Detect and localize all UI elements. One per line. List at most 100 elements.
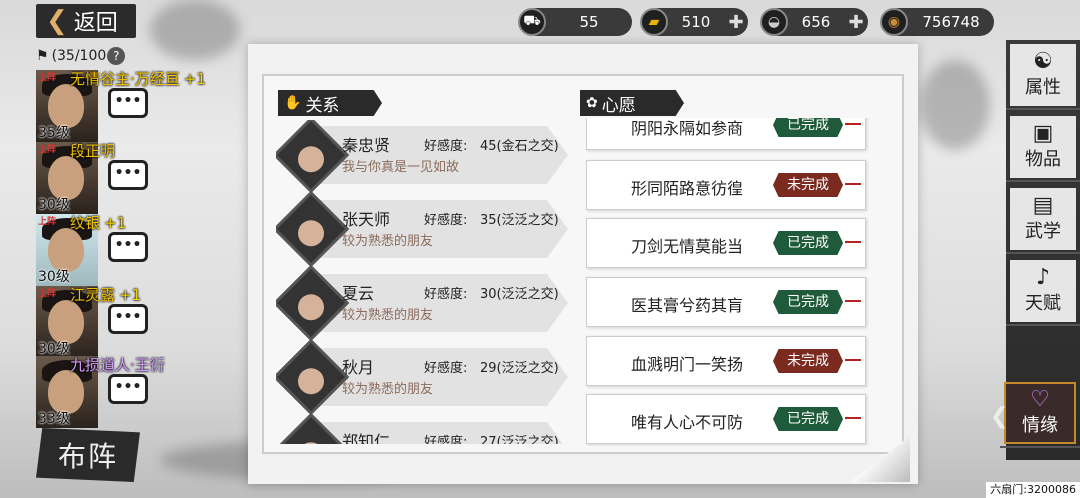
relation-name: 夏云 [342, 284, 375, 303]
lotus-icon: ✿ [586, 95, 598, 111]
wish-status-badge: 未完成 [773, 173, 843, 197]
wishes-header: ✿ 心愿 [580, 90, 684, 116]
on-duty-badge: 上阵 [38, 289, 57, 299]
relation-desc: 较为熟悉的朋友 [342, 308, 434, 323]
relations-header: ✋ 关系 [278, 90, 382, 116]
wish-text: 阴阳永隔如参商 [631, 119, 744, 138]
hero-level: 30级 [38, 341, 70, 357]
hero-slot-selected[interactable]: 上阵 纹银 +1 30级 ••• [36, 214, 156, 286]
wish-item[interactable]: 医其膏兮药其肓 已完成 [586, 277, 866, 327]
relation-name: 郑知仁 [342, 432, 391, 444]
hero-level: 35级 [38, 125, 70, 141]
ink-splash [150, 0, 240, 60]
wishes-list[interactable]: 阴阳永隔如参商 已完成 形同陌路意彷徨 未完成 刀剑无情莫能当 已完成 医其膏兮… [586, 118, 876, 446]
relation-item[interactable]: 夏云 好感度: 30(泛泛之交) 较为熟悉的朋友 [276, 264, 568, 342]
on-duty-badge: 上阵 [38, 73, 57, 83]
relation-item[interactable]: 郑知仁 好感度: 27(泛泛之交) [276, 412, 568, 444]
back-button[interactable]: ❮ 返回 [36, 4, 136, 38]
chat-bubble-icon[interactable]: ••• [108, 304, 148, 334]
favor-value: 29(泛泛之交) [480, 361, 559, 376]
roster-count: ⚑ (35/100 ? [36, 46, 126, 66]
martial-book-icon: ▤ [1032, 193, 1054, 218]
wish-status-badge: 已完成 [773, 290, 843, 314]
chat-bubble-icon[interactable]: ••• [108, 88, 148, 118]
resource-value: 756748 [922, 13, 980, 31]
hands-icon: ✋ [284, 95, 302, 111]
attribute-icon: ☯ [1033, 49, 1053, 74]
favor-value: 45(金石之交) [480, 139, 559, 154]
relation-desc: 较为熟悉的朋友 [342, 234, 434, 249]
relation-item[interactable]: 张天师 好感度: 35(泛泛之交) 较为熟悉的朋友 [276, 190, 568, 268]
add-gold-button[interactable]: ✚ [724, 12, 748, 33]
resource-gold: ▰ 510 ✚ [640, 8, 748, 36]
team-icon: ⚑ [36, 48, 49, 64]
nav-martial-arts[interactable]: ▤ 武学 [1006, 184, 1080, 254]
hero-name: 段正明 [70, 142, 116, 160]
relation-name: 秋月 [342, 358, 375, 377]
hero-slot[interactable]: 上阵 江灵露 +1 30级 ••• [36, 286, 156, 358]
wish-status-badge: 未完成 [773, 349, 843, 373]
wish-item[interactable]: 形同陌路意彷徨 未完成 [586, 160, 866, 210]
relation-item[interactable]: 秦忠贤 好感度: 45(金石之交) 我与你真是一见如故 [276, 120, 568, 194]
nav-talents[interactable]: ♪ 天赋 [1006, 256, 1080, 326]
nav-items[interactable]: ▣ 物品 [1006, 112, 1080, 182]
chat-bubble-icon[interactable]: ••• [108, 232, 148, 262]
favor-label: 好感度: [424, 435, 468, 444]
hero-name: 江灵露 +1 [70, 286, 142, 304]
favor-label: 好感度: [424, 361, 468, 376]
wish-item[interactable]: 阴阳永隔如参商 已完成 [586, 118, 866, 150]
hero-slot[interactable]: 上阵 无情谷主·万经亘 +1 35级 ••• [36, 70, 206, 142]
favor-label: 好感度: [424, 287, 468, 302]
resource-copper: ◉ 756748 [880, 8, 994, 36]
copper-coin-icon: ◉ [880, 8, 908, 36]
resource-value: 656 [801, 13, 831, 31]
favor-value: 30(泛泛之交) [480, 287, 559, 302]
favor-label: 好感度: [424, 213, 468, 228]
gold-ingot-icon: ▰ [640, 8, 668, 36]
resource-value: 55 [579, 13, 599, 31]
relations-list[interactable]: 秦忠贤 好感度: 45(金石之交) 我与你真是一见如故 张天师 好感度: 35(… [276, 120, 576, 444]
resource-value: 510 [681, 13, 711, 31]
hero-level: 30级 [38, 269, 70, 285]
hero-slot[interactable]: 上阵 段正明 30级 ••• [36, 142, 156, 214]
hero-level: 33级 [38, 411, 70, 427]
heart-icon: ♡ [1030, 387, 1050, 412]
silver-ingot-icon: ◒ [760, 8, 788, 36]
hero-name: 九损道人·王衍 [70, 356, 165, 374]
wish-item[interactable]: 血溅明门一笑扬 未完成 [586, 336, 866, 386]
item-chest-icon: ▣ [1032, 121, 1054, 146]
on-duty-badge: 上阵 [38, 145, 57, 155]
wish-text: 医其膏兮药其肓 [631, 296, 744, 315]
resource-cart: ⛟ 55 [518, 8, 632, 36]
chevron-left-icon: ❮ [990, 404, 1009, 429]
wish-item[interactable]: 刀剑无情莫能当 已完成 [586, 218, 866, 268]
cart-icon: ⛟ [518, 8, 546, 36]
formation-button[interactable]: 布阵 [36, 428, 140, 482]
ink-splash [920, 60, 990, 150]
roster-count-text: (35/100 [51, 48, 107, 64]
favor-value: 35(泛泛之交) [480, 213, 559, 228]
relation-item[interactable]: 秋月 好感度: 29(泛泛之交) 较为熟悉的朋友 [276, 338, 568, 416]
talent-icon: ♪ [1035, 265, 1051, 290]
hero-name: 无情谷主·万经亘 +1 [70, 70, 206, 88]
hero-slot[interactable]: 九损道人·王衍 33级 ••• [36, 356, 165, 428]
relation-desc: 我与你真是一见如故 [342, 160, 460, 175]
hero-name: 纹银 +1 [70, 214, 127, 232]
relation-name: 张天师 [342, 210, 391, 229]
chevron-left-icon: ❮ [46, 6, 68, 36]
wish-item[interactable]: 唯有人心不可防 已完成 [586, 394, 866, 444]
nav-attributes[interactable]: ☯ 属性 [1006, 40, 1080, 110]
chat-bubble-icon[interactable]: ••• [108, 374, 148, 404]
wish-text: 血溅明门一笑扬 [631, 355, 744, 374]
wish-text: 刀剑无情莫能当 [631, 237, 744, 256]
wish-status-badge: 已完成 [773, 231, 843, 255]
wish-text: 形同陌路意彷徨 [631, 179, 744, 198]
chat-bubble-icon[interactable]: ••• [108, 160, 148, 190]
resource-silver: ◒ 656 ✚ [760, 8, 868, 36]
nav-relationships[interactable]: ♡ 情缘 [1000, 378, 1080, 448]
add-silver-button[interactable]: ✚ [844, 12, 868, 33]
help-icon[interactable]: ? [107, 47, 126, 65]
relation-desc: 较为熟悉的朋友 [342, 382, 434, 397]
relation-name: 秦忠贤 [342, 136, 391, 155]
favor-value: 27(泛泛之交) [480, 435, 559, 444]
